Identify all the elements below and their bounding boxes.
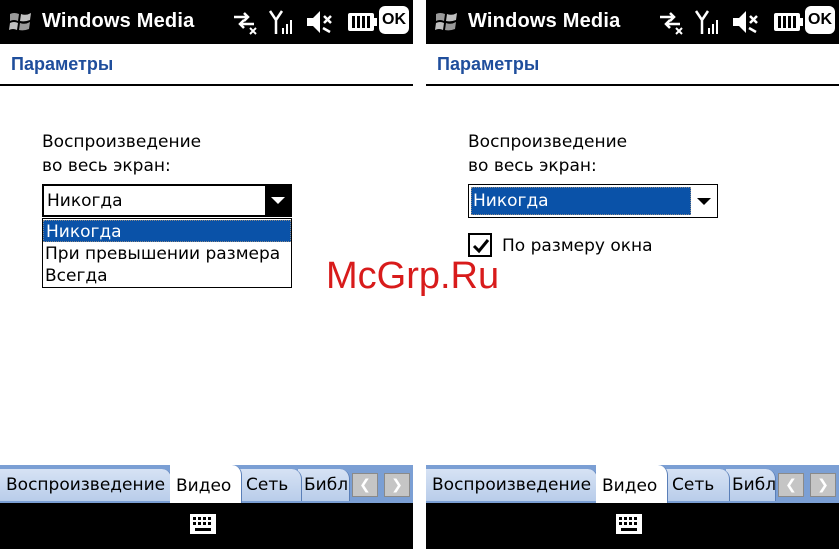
app-title: Windows Media <box>42 10 195 32</box>
ok-button[interactable]: OK <box>379 6 409 34</box>
windows-logo-icon[interactable] <box>8 9 34 35</box>
dropdown-option-oversize[interactable]: При превышении размера <box>43 243 291 265</box>
windows-logo-icon[interactable] <box>434 9 460 35</box>
title-bar: Windows Media OK <box>0 0 413 44</box>
fit-window-label: По размеру окна <box>502 236 653 256</box>
tab-library[interactable]: Библ <box>298 469 350 501</box>
page-header: Параметры <box>0 44 413 86</box>
tab-video[interactable]: Видео <box>170 465 242 503</box>
fullscreen-label: Воспроизведение во весь экран: <box>42 130 201 178</box>
speaker-muted-icon[interactable] <box>304 7 332 37</box>
tab-network[interactable]: Сеть <box>666 469 730 501</box>
tab-library[interactable]: Библ <box>726 469 776 501</box>
dropdown-option-always[interactable]: Всегда <box>43 265 291 287</box>
tab-video[interactable]: Видео <box>596 465 668 503</box>
app-title: Windows Media <box>468 10 621 32</box>
speaker-muted-icon[interactable] <box>730 7 758 37</box>
tab-playback[interactable]: Воспроизведение <box>0 469 172 501</box>
fullscreen-label-line1: Воспроизведение <box>468 132 628 152</box>
bottom-bar <box>426 503 839 549</box>
page-title: Параметры <box>11 54 114 74</box>
sync-icon[interactable] <box>656 8 686 36</box>
fullscreen-select[interactable]: Никогда <box>42 184 292 217</box>
signal-icon[interactable] <box>268 8 294 36</box>
watermark: McGrp.Ru <box>326 255 500 297</box>
fullscreen-label-line2: во весь экран: <box>468 156 597 176</box>
fullscreen-label: Воспроизведение во весь экран: <box>468 130 627 178</box>
tab-scroll-left-icon[interactable]: ❮ <box>778 473 804 497</box>
chevron-down-icon[interactable] <box>697 198 711 205</box>
tab-network[interactable]: Сеть <box>240 469 302 501</box>
title-bar: Windows Media OK <box>426 0 839 44</box>
fit-window-checkbox[interactable] <box>468 233 492 257</box>
keyboard-icon[interactable] <box>615 513 643 535</box>
ok-button[interactable]: OK <box>805 6 835 34</box>
fullscreen-select[interactable]: Никогда <box>468 184 718 218</box>
page-header: Параметры <box>426 44 839 86</box>
dropdown-option-never[interactable]: Никогда <box>43 220 291 242</box>
keyboard-icon[interactable] <box>189 513 217 535</box>
tab-bar: Воспроизведение Библ Сеть Видео ❮ ❯ <box>0 465 413 503</box>
chevron-down-icon[interactable] <box>265 186 290 215</box>
tab-bar: Воспроизведение Библ Сеть Видео ❮ ❯ <box>426 465 839 503</box>
tab-scroll-right-icon[interactable]: ❯ <box>384 473 410 497</box>
bottom-bar <box>0 503 413 549</box>
fullscreen-label-line1: Воспроизведение <box>42 132 202 152</box>
dropdown-list: Никогда При превышении размера Всегда <box>42 218 292 288</box>
page-title: Параметры <box>437 54 540 74</box>
fullscreen-label-line2: во весь экран: <box>42 156 171 176</box>
signal-icon[interactable] <box>694 8 720 36</box>
tab-scroll-left-icon[interactable]: ❮ <box>352 473 378 497</box>
tab-scroll-right-icon[interactable]: ❯ <box>810 473 836 497</box>
battery-icon[interactable] <box>346 11 378 33</box>
tab-playback[interactable]: Воспроизведение <box>426 469 598 501</box>
select-value: Никогда <box>47 191 123 211</box>
battery-icon[interactable] <box>772 11 804 33</box>
checkmark-icon <box>472 239 490 254</box>
sync-icon[interactable] <box>230 8 260 36</box>
select-value: Никогда <box>473 191 549 211</box>
